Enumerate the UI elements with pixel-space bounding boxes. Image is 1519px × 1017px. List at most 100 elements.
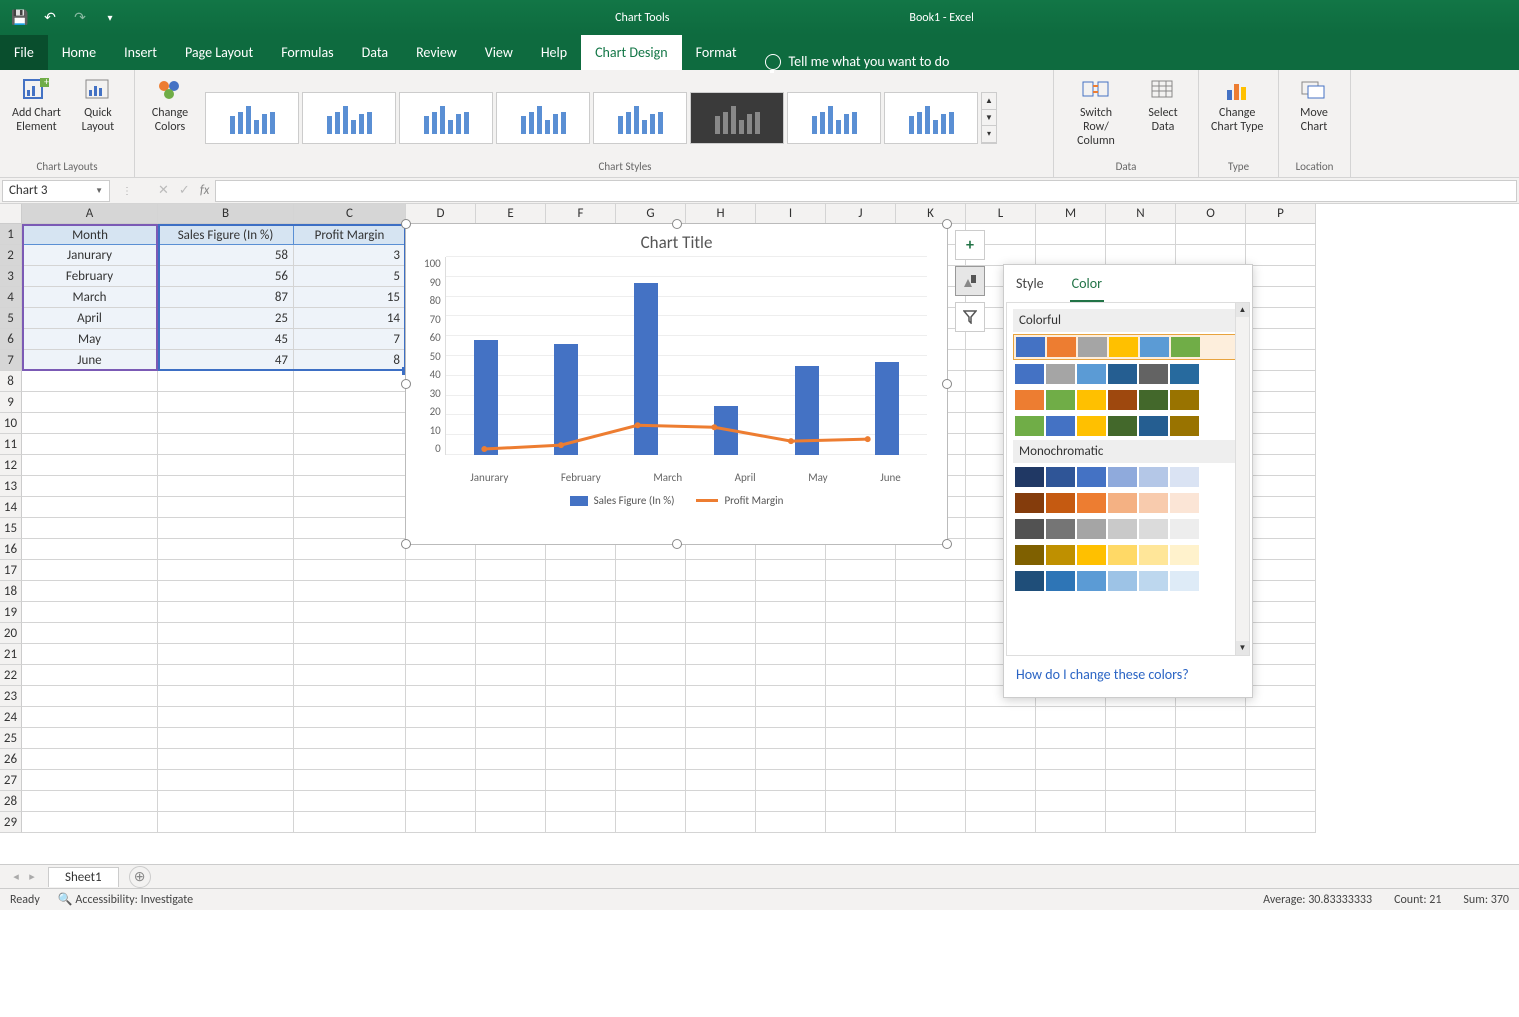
cell-B18[interactable] [158,581,294,602]
cell-A23[interactable] [22,686,158,707]
cell-N26[interactable] [1106,749,1176,770]
cell-H28[interactable] [686,791,756,812]
resize-handle-ne[interactable] [942,219,952,229]
cell-B19[interactable] [158,602,294,623]
cell-D18[interactable] [406,581,476,602]
cell-L27[interactable] [966,770,1036,791]
cell-B26[interactable] [158,749,294,770]
cell-P10[interactable] [1246,413,1316,434]
col-header-F[interactable]: F [546,204,616,224]
cell-N29[interactable] [1106,812,1176,833]
cell-I26[interactable] [756,749,826,770]
cell-L24[interactable] [966,707,1036,728]
col-header-D[interactable]: D [406,204,476,224]
cell-B13[interactable] [158,476,294,497]
row-header-19[interactable]: 19 [0,602,22,623]
cell-C3[interactable]: 5 [294,266,406,287]
cell-H19[interactable] [686,602,756,623]
cell-A19[interactable] [22,602,158,623]
row-header-25[interactable]: 25 [0,728,22,749]
cell-I25[interactable] [756,728,826,749]
tab-page-layout[interactable]: Page Layout [171,35,267,70]
cell-P13[interactable] [1246,476,1316,497]
cell-O29[interactable] [1176,812,1246,833]
cell-P9[interactable] [1246,392,1316,413]
cell-D21[interactable] [406,644,476,665]
col-header-J[interactable]: J [826,204,896,224]
cell-A29[interactable] [22,812,158,833]
cell-P22[interactable] [1246,665,1316,686]
cell-B9[interactable] [158,392,294,413]
switch-row-column-button[interactable]: Switch Row/ Column [1062,74,1130,150]
cell-M29[interactable] [1036,812,1106,833]
cell-B4[interactable]: 87 [158,287,294,308]
cell-J29[interactable] [826,812,896,833]
cell-F28[interactable] [546,791,616,812]
cell-A27[interactable] [22,770,158,791]
cell-P28[interactable] [1246,791,1316,812]
cell-B2[interactable]: 58 [158,245,294,266]
cell-I18[interactable] [756,581,826,602]
row-header-22[interactable]: 22 [0,665,22,686]
cell-K29[interactable] [896,812,966,833]
row-header-26[interactable]: 26 [0,749,22,770]
cell-C26[interactable] [294,749,406,770]
cell-C17[interactable] [294,560,406,581]
row-header-29[interactable]: 29 [0,812,22,833]
cell-B17[interactable] [158,560,294,581]
cell-L25[interactable] [966,728,1036,749]
cell-J27[interactable] [826,770,896,791]
cell-C5[interactable]: 14 [294,308,406,329]
cell-D20[interactable] [406,623,476,644]
cell-K19[interactable] [896,602,966,623]
col-header-N[interactable]: N [1106,204,1176,224]
cell-I28[interactable] [756,791,826,812]
cell-J17[interactable] [826,560,896,581]
cell-A2[interactable]: Janurary [22,245,158,266]
flyout-tab-color[interactable]: Color [1070,269,1104,302]
cell-D22[interactable] [406,665,476,686]
change-chart-type-button[interactable]: Change Chart Type [1207,74,1267,136]
cell-K25[interactable] [896,728,966,749]
cell-O27[interactable] [1176,770,1246,791]
cell-K21[interactable] [896,644,966,665]
cell-G28[interactable] [616,791,686,812]
cell-H21[interactable] [686,644,756,665]
cell-K23[interactable] [896,686,966,707]
row-header-10[interactable]: 10 [0,413,22,434]
color-scheme-row[interactable] [1013,414,1243,438]
resize-handle-e[interactable] [942,379,952,389]
cell-J21[interactable] [826,644,896,665]
cell-P16[interactable] [1246,539,1316,560]
row-header-4[interactable]: 4 [0,287,22,308]
cell-A8[interactable] [22,371,158,392]
chart-plot-area[interactable] [445,257,927,455]
row-header-8[interactable]: 8 [0,371,22,392]
cell-A4[interactable]: March [22,287,158,308]
cell-B7[interactable]: 47 [158,350,294,371]
cell-P8[interactable] [1246,371,1316,392]
cell-G17[interactable] [616,560,686,581]
cell-A3[interactable]: February [22,266,158,287]
cell-P17[interactable] [1246,560,1316,581]
cell-K24[interactable] [896,707,966,728]
row-header-6[interactable]: 6 [0,329,22,350]
cell-B10[interactable] [158,413,294,434]
cell-G19[interactable] [616,602,686,623]
cell-N25[interactable] [1106,728,1176,749]
row-header-11[interactable]: 11 [0,434,22,455]
tab-review[interactable]: Review [402,35,471,70]
cell-H29[interactable] [686,812,756,833]
flyout-scrollbar[interactable]: ▲ ▼ [1235,303,1249,655]
cell-E22[interactable] [476,665,546,686]
cell-F20[interactable] [546,623,616,644]
cell-M1[interactable] [1036,224,1106,245]
cell-P6[interactable] [1246,329,1316,350]
row-header-18[interactable]: 18 [0,581,22,602]
cell-F26[interactable] [546,749,616,770]
cell-D23[interactable] [406,686,476,707]
cell-L29[interactable] [966,812,1036,833]
cancel-formula-icon[interactable]: ✕ [158,183,169,198]
cell-G25[interactable] [616,728,686,749]
cell-M2[interactable] [1036,245,1106,266]
